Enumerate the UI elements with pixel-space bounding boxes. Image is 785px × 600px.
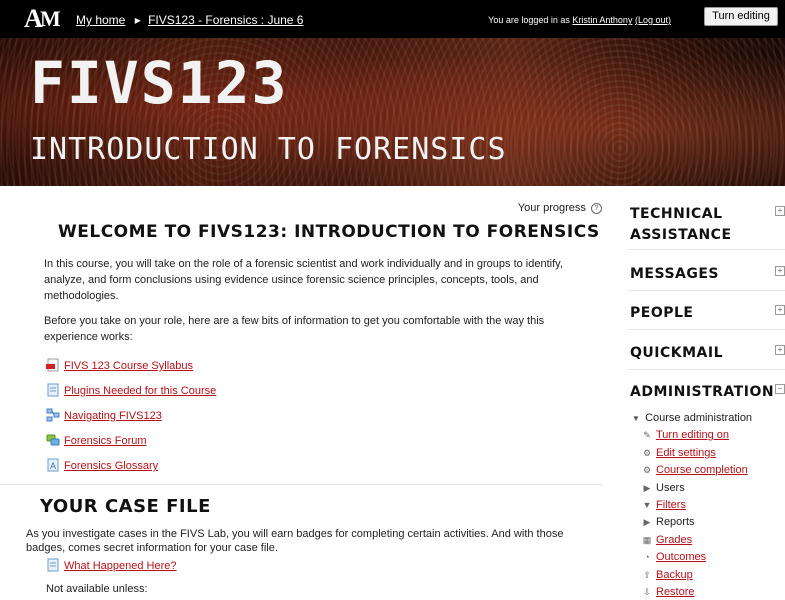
download-icon: ⇩ [643,587,651,597]
admin-item-label[interactable]: Outcomes [656,551,706,563]
login-info: You are logged in as Kristin Anthony (Lo… [488,15,671,25]
your-progress: Your progress ? [518,202,602,214]
user-name-link[interactable]: Kristin Anthony [572,15,632,25]
upload-icon: ⇧ [643,570,651,580]
gear-icon: ⚙ [642,448,652,458]
pdf-icon [46,358,59,372]
logout-link[interactable]: (Log out) [635,15,671,25]
block-divider [628,249,785,250]
resource-label[interactable]: FIVS 123 Course Syllabus [64,360,193,372]
progress-label: Your progress [517,202,586,214]
banner-title: FIVS123 [30,49,289,117]
grades-icon: ▦ [642,535,652,545]
block-technical-assistance[interactable]: TECHNICAL ASSISTANCE [630,204,785,246]
course-banner: FIVS123 INTRODUCTION TO FORENSICS [0,38,785,186]
not-available-note: Not available unless: [46,583,148,595]
caret-right-icon: ▶ [643,517,651,527]
admin-item-label[interactable]: Course completion [656,464,748,476]
tamu-logo[interactable]: A M [24,4,64,34]
admin-item-label[interactable]: Users [656,482,685,494]
help-icon[interactable]: ? [591,202,602,214]
admin-item-label[interactable]: Backup [656,569,693,581]
svg-text:A: A [50,461,56,471]
gear-icon: ⚙ [642,465,652,475]
turn-editing-on-button[interactable]: Turn editing on [704,7,778,39]
page-icon [47,383,59,397]
block-administration[interactable]: ADMINISTRATION [630,382,785,403]
resource-label[interactable]: Forensics Glossary [64,460,158,472]
block-quickmail[interactable]: QUICKMAIL [630,343,785,364]
glossary-icon: A [47,458,59,472]
resource-label[interactable]: What Happened Here? [64,560,177,572]
page-icon [47,558,59,572]
banner-subtitle: INTRODUCTION TO FORENSICS [30,132,507,167]
login-prefix: You are logged in as [488,15,570,25]
welcome-title: WELCOME TO FIVS123: INTRODUCTION TO FORE… [58,222,600,242]
admin-item-label[interactable]: Filters [656,499,686,511]
case-file-title: YOUR CASE FILE [40,496,211,517]
case-file-paragraph: As you investigate cases in the FIVS Lab… [26,528,564,554]
collapse-icon[interactable]: + [775,266,785,276]
section-divider [0,484,603,485]
course-administration-node[interactable]: ▼ Course administration [632,412,752,424]
course-content: Your progress ? WELCOME TO FIVS123: INTR… [0,186,610,600]
resource-label[interactable]: Navigating FIVS123 [64,410,162,422]
filter-icon: ▼ [642,500,652,510]
breadcrumb: My home ▸ FIVS123 - Forensics : June 6 [76,13,303,27]
block-people[interactable]: PEOPLE [630,303,785,324]
admin-item-label[interactable]: Grades [656,534,692,546]
caret-down-icon: ▼ [632,414,640,423]
logo-letter-m: M [40,6,61,31]
sidebar: TECHNICAL ASSISTANCE + MESSAGES + PEOPLE… [622,186,785,600]
admin-item-label[interactable]: Reports [656,516,695,528]
block-divider [628,290,785,291]
pie-icon: ◔ [644,552,650,562]
before-paragraph: Before you take on your role, here are a… [44,315,545,343]
breadcrumb-my-home[interactable]: My home [76,13,125,27]
resource-label[interactable]: Forensics Forum [64,435,147,447]
collapse-icon[interactable]: + [775,345,785,355]
top-navbar: A M My home ▸ FIVS123 - Forensics : June… [0,0,785,39]
diagram-icon [46,408,60,422]
forum-icon [46,434,60,446]
pencil-icon: ✎ [643,430,651,440]
block-messages[interactable]: MESSAGES [630,264,785,285]
collapse-icon[interactable]: + [775,206,785,216]
admin-item-label[interactable]: Edit settings [656,447,716,459]
block-divider [628,369,785,370]
block-divider [628,329,785,330]
breadcrumb-course[interactable]: FIVS123 - Forensics : June 6 [148,13,303,27]
caret-right-icon: ▶ [643,483,651,493]
breadcrumb-separator-icon: ▸ [134,13,141,27]
intro-paragraph: In this course, you will take on the rol… [44,258,563,302]
course-administration-label: Course administration [645,412,753,424]
expand-icon[interactable]: − [775,384,785,394]
admin-item-label[interactable]: Turn editing on [656,429,729,441]
collapse-icon[interactable]: + [775,305,785,315]
admin-item-label[interactable]: Restore [656,586,695,598]
resource-label[interactable]: Plugins Needed for this Course [64,385,216,397]
